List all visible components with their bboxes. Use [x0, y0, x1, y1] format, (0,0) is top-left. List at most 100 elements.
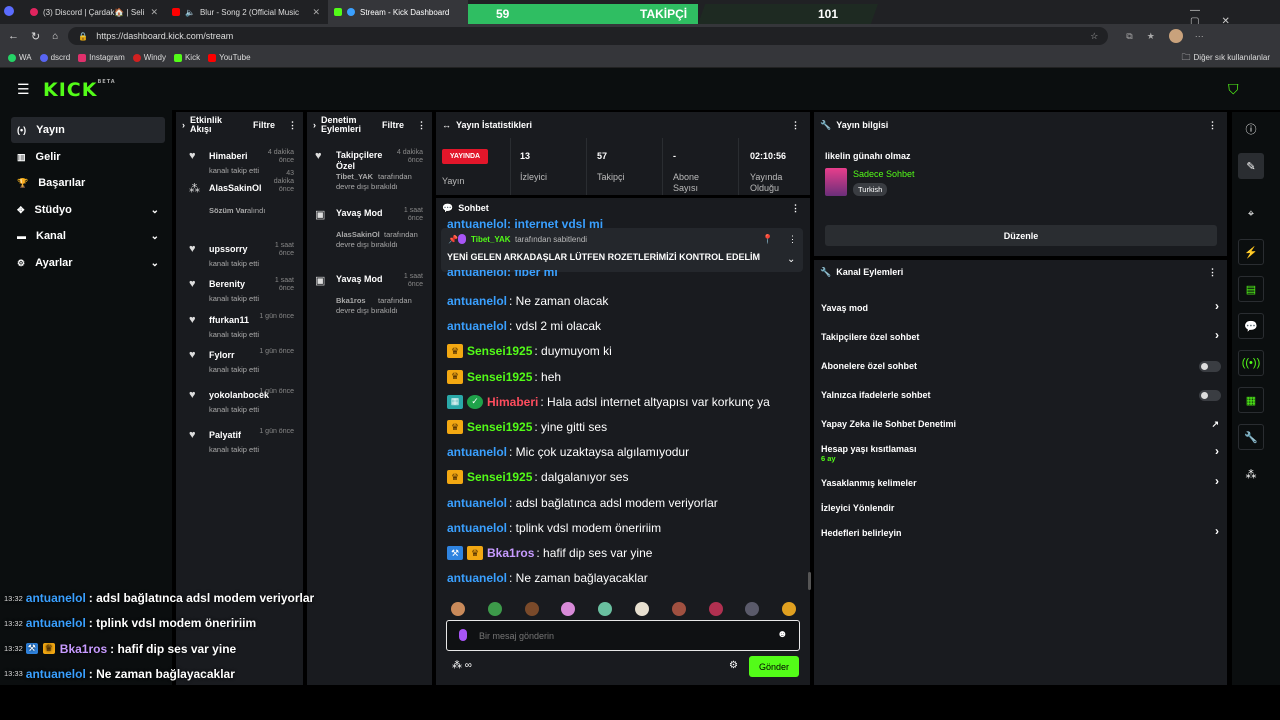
more-icon[interactable]: ⋮	[1208, 267, 1217, 278]
menu-dots-icon[interactable]: ⋯	[1195, 31, 1204, 42]
favorites-icon[interactable]: ★	[1147, 31, 1155, 42]
emote-icon[interactable]	[635, 602, 649, 616]
chat-input[interactable]	[479, 627, 769, 645]
bookmark-instagram[interactable]: Instagram	[78, 53, 125, 62]
wrench-icon[interactable]: 🔧	[1238, 424, 1264, 450]
chat-username[interactable]: antuanelol	[447, 521, 507, 535]
bookmark-kick[interactable]: Kick	[173, 53, 200, 62]
emote-icon[interactable]	[524, 602, 539, 616]
back-icon[interactable]: ←	[8, 30, 19, 42]
lightning-icon[interactable]: ⚡	[1238, 239, 1264, 265]
channel-action-item[interactable]: Hesap yaşı kısıtlaması 6 ay ›	[821, 442, 1221, 463]
chat-username[interactable]: antuanelol	[447, 445, 507, 459]
kick-logo[interactable]: KICKBETA	[43, 79, 116, 101]
channel-action-item[interactable]: Takipçilere özel sohbet ›	[821, 328, 1221, 344]
activity-username[interactable]: Berenity	[209, 279, 245, 289]
sidebar-item-studyo[interactable]: ✥ Stüdyo ⌄	[11, 197, 165, 223]
chat-username[interactable]: Sensei1925	[467, 470, 532, 484]
home-icon[interactable]: ⌂	[52, 31, 58, 42]
chat-username[interactable]: Sensei1925	[467, 344, 532, 358]
bookmark-dscrd[interactable]: dscrd	[39, 53, 70, 62]
chat-username[interactable]: antuanelol	[447, 571, 507, 585]
extensions-icon[interactable]: ⧉	[1126, 31, 1132, 42]
chevron-right-icon[interactable]: ›	[182, 120, 185, 130]
channel-action-item[interactable]: Hedefleri belirleyin ›	[821, 524, 1221, 540]
bookmark-youtube[interactable]: YouTube	[208, 53, 251, 62]
edit-stream-button[interactable]: Düzenle	[825, 225, 1217, 246]
filter-button[interactable]: Filtre	[253, 120, 275, 130]
filter-button[interactable]: Filtre	[382, 120, 404, 130]
gear-icon[interactable]: ⚙	[729, 660, 738, 671]
toggle-switch[interactable]	[1199, 361, 1221, 372]
url-field[interactable]: 🔒 https://dashboard.kick.com/stream ☆	[68, 27, 1109, 45]
broadcast-icon[interactable]: ((•))	[1238, 350, 1264, 376]
activity-username[interactable]: Fylorr	[209, 350, 235, 360]
channel-action-item[interactable]: İzleyici Yönlendir	[821, 501, 1221, 515]
emote-icon[interactable]	[708, 602, 723, 616]
emote-icon[interactable]	[671, 602, 686, 616]
document-icon[interactable]: ▤	[1238, 276, 1264, 302]
emote-icon[interactable]	[487, 602, 502, 616]
toggle-switch[interactable]	[1199, 390, 1221, 401]
chevron-right-icon[interactable]: ›	[313, 120, 316, 130]
pencil-icon[interactable]: ✎	[1238, 153, 1264, 179]
kick-shield-icon[interactable]: ⛉	[1228, 81, 1239, 98]
close-icon[interactable]: ✕	[312, 7, 320, 18]
chat-scrollbar[interactable]	[808, 572, 811, 590]
info-icon[interactable]: ⓘ	[1238, 116, 1264, 142]
activity-username[interactable]: AlasSakinOl	[209, 183, 262, 193]
hamburger-menu-icon[interactable]: ☰	[17, 82, 30, 96]
layout-icon[interactable]: ▦	[1238, 387, 1264, 413]
chat-username[interactable]: Sensei1925	[467, 420, 532, 434]
more-icon[interactable]: ⋮	[791, 120, 800, 131]
sidebar-item-yayin[interactable]: (•) Yayın	[11, 117, 165, 143]
sidebar-item-basarilar[interactable]: 🏆 Başarılar	[11, 170, 165, 196]
bookmark-windy[interactable]: Windy	[132, 53, 166, 62]
send-button[interactable]: Gönder	[749, 656, 799, 677]
chat-username[interactable]: antuanelol	[447, 319, 507, 333]
more-icon[interactable]: ⋮	[1208, 120, 1217, 131]
activity-username[interactable]: ffurkan11	[209, 315, 249, 325]
close-icon[interactable]: ✕	[150, 7, 158, 18]
tab-discord[interactable]: (3) Discord | Çardak🏠 | Seli ✕	[24, 0, 164, 24]
browser-profile-icon[interactable]	[4, 6, 14, 16]
chat-icon[interactable]: 💬	[1238, 313, 1264, 339]
more-icon[interactable]: ⋮	[417, 120, 426, 131]
chat-username[interactable]: Sensei1925	[467, 370, 532, 384]
chevron-down-icon[interactable]: ⌄	[787, 254, 795, 265]
chat-tools-icon[interactable]: ⁂ ∞	[452, 660, 472, 671]
chat-username[interactable]: antuanelol	[447, 496, 507, 510]
bookmark-wa[interactable]: WA	[8, 53, 32, 62]
reload-icon[interactable]: ↻	[31, 30, 40, 43]
stream-category[interactable]: Sadece Sohbet	[853, 169, 915, 179]
activity-username[interactable]: Himaberi	[209, 151, 248, 161]
star-icon[interactable]: ☆	[1090, 31, 1098, 42]
chat-username[interactable]: antuanelol	[447, 294, 507, 308]
more-icon[interactable]: ⋮	[791, 203, 800, 214]
channel-action-item[interactable]: Yasaklanmış kelimeler ›	[821, 474, 1221, 490]
activity-username[interactable]: Palyatif	[209, 430, 241, 440]
channel-action-item[interactable]: Yalnızca ifadelerle sohbet	[821, 388, 1221, 402]
emoji-icon[interactable]: ☻	[777, 629, 788, 640]
avatar[interactable]	[1168, 29, 1183, 43]
sidebar-item-ayarlar[interactable]: ⚙ Ayarlar ⌄	[11, 250, 165, 276]
channel-action-item[interactable]: Yapay Zeka ile Sohbet Denetimi ↗	[821, 417, 1221, 431]
sidebar-item-kanal[interactable]: ▬ Kanal ⌄	[11, 223, 165, 249]
chat-username[interactable]: Bka1ros	[487, 546, 534, 560]
bookmark-other-favorites[interactable]: 🗀 Diğer sık kullanılanlar	[1182, 50, 1271, 66]
tab-youtube[interactable]: 🔈 Blur - Song 2 (Official Music ✕	[166, 0, 326, 24]
chat-username[interactable]: Himaberi	[487, 395, 538, 409]
target-icon[interactable]: ⌖	[1238, 201, 1264, 227]
channel-action-item[interactable]: Yavaş mod ›	[821, 299, 1221, 315]
pinned-message[interactable]: 📌 Tibet_YAK tarafından sabitlendi 📍 ⋮ YE…	[441, 228, 803, 272]
apps-icon[interactable]: ⁂	[1238, 461, 1264, 487]
activity-username[interactable]: upssorry	[209, 244, 248, 254]
chat-input-box[interactable]: ☻	[446, 620, 800, 651]
more-icon[interactable]: ⋮	[288, 120, 297, 131]
unpin-icon[interactable]: 📍	[762, 234, 773, 245]
channel-action-item[interactable]: Abonelere özel sohbet	[821, 359, 1221, 373]
more-icon[interactable]: ⋮	[788, 234, 797, 245]
tab-kick-dashboard[interactable]: Stream - Kick Dashboard	[328, 0, 468, 24]
emote-icon[interactable]	[451, 602, 465, 616]
sidebar-item-gelir[interactable]: ▥ Gelir	[11, 144, 165, 170]
